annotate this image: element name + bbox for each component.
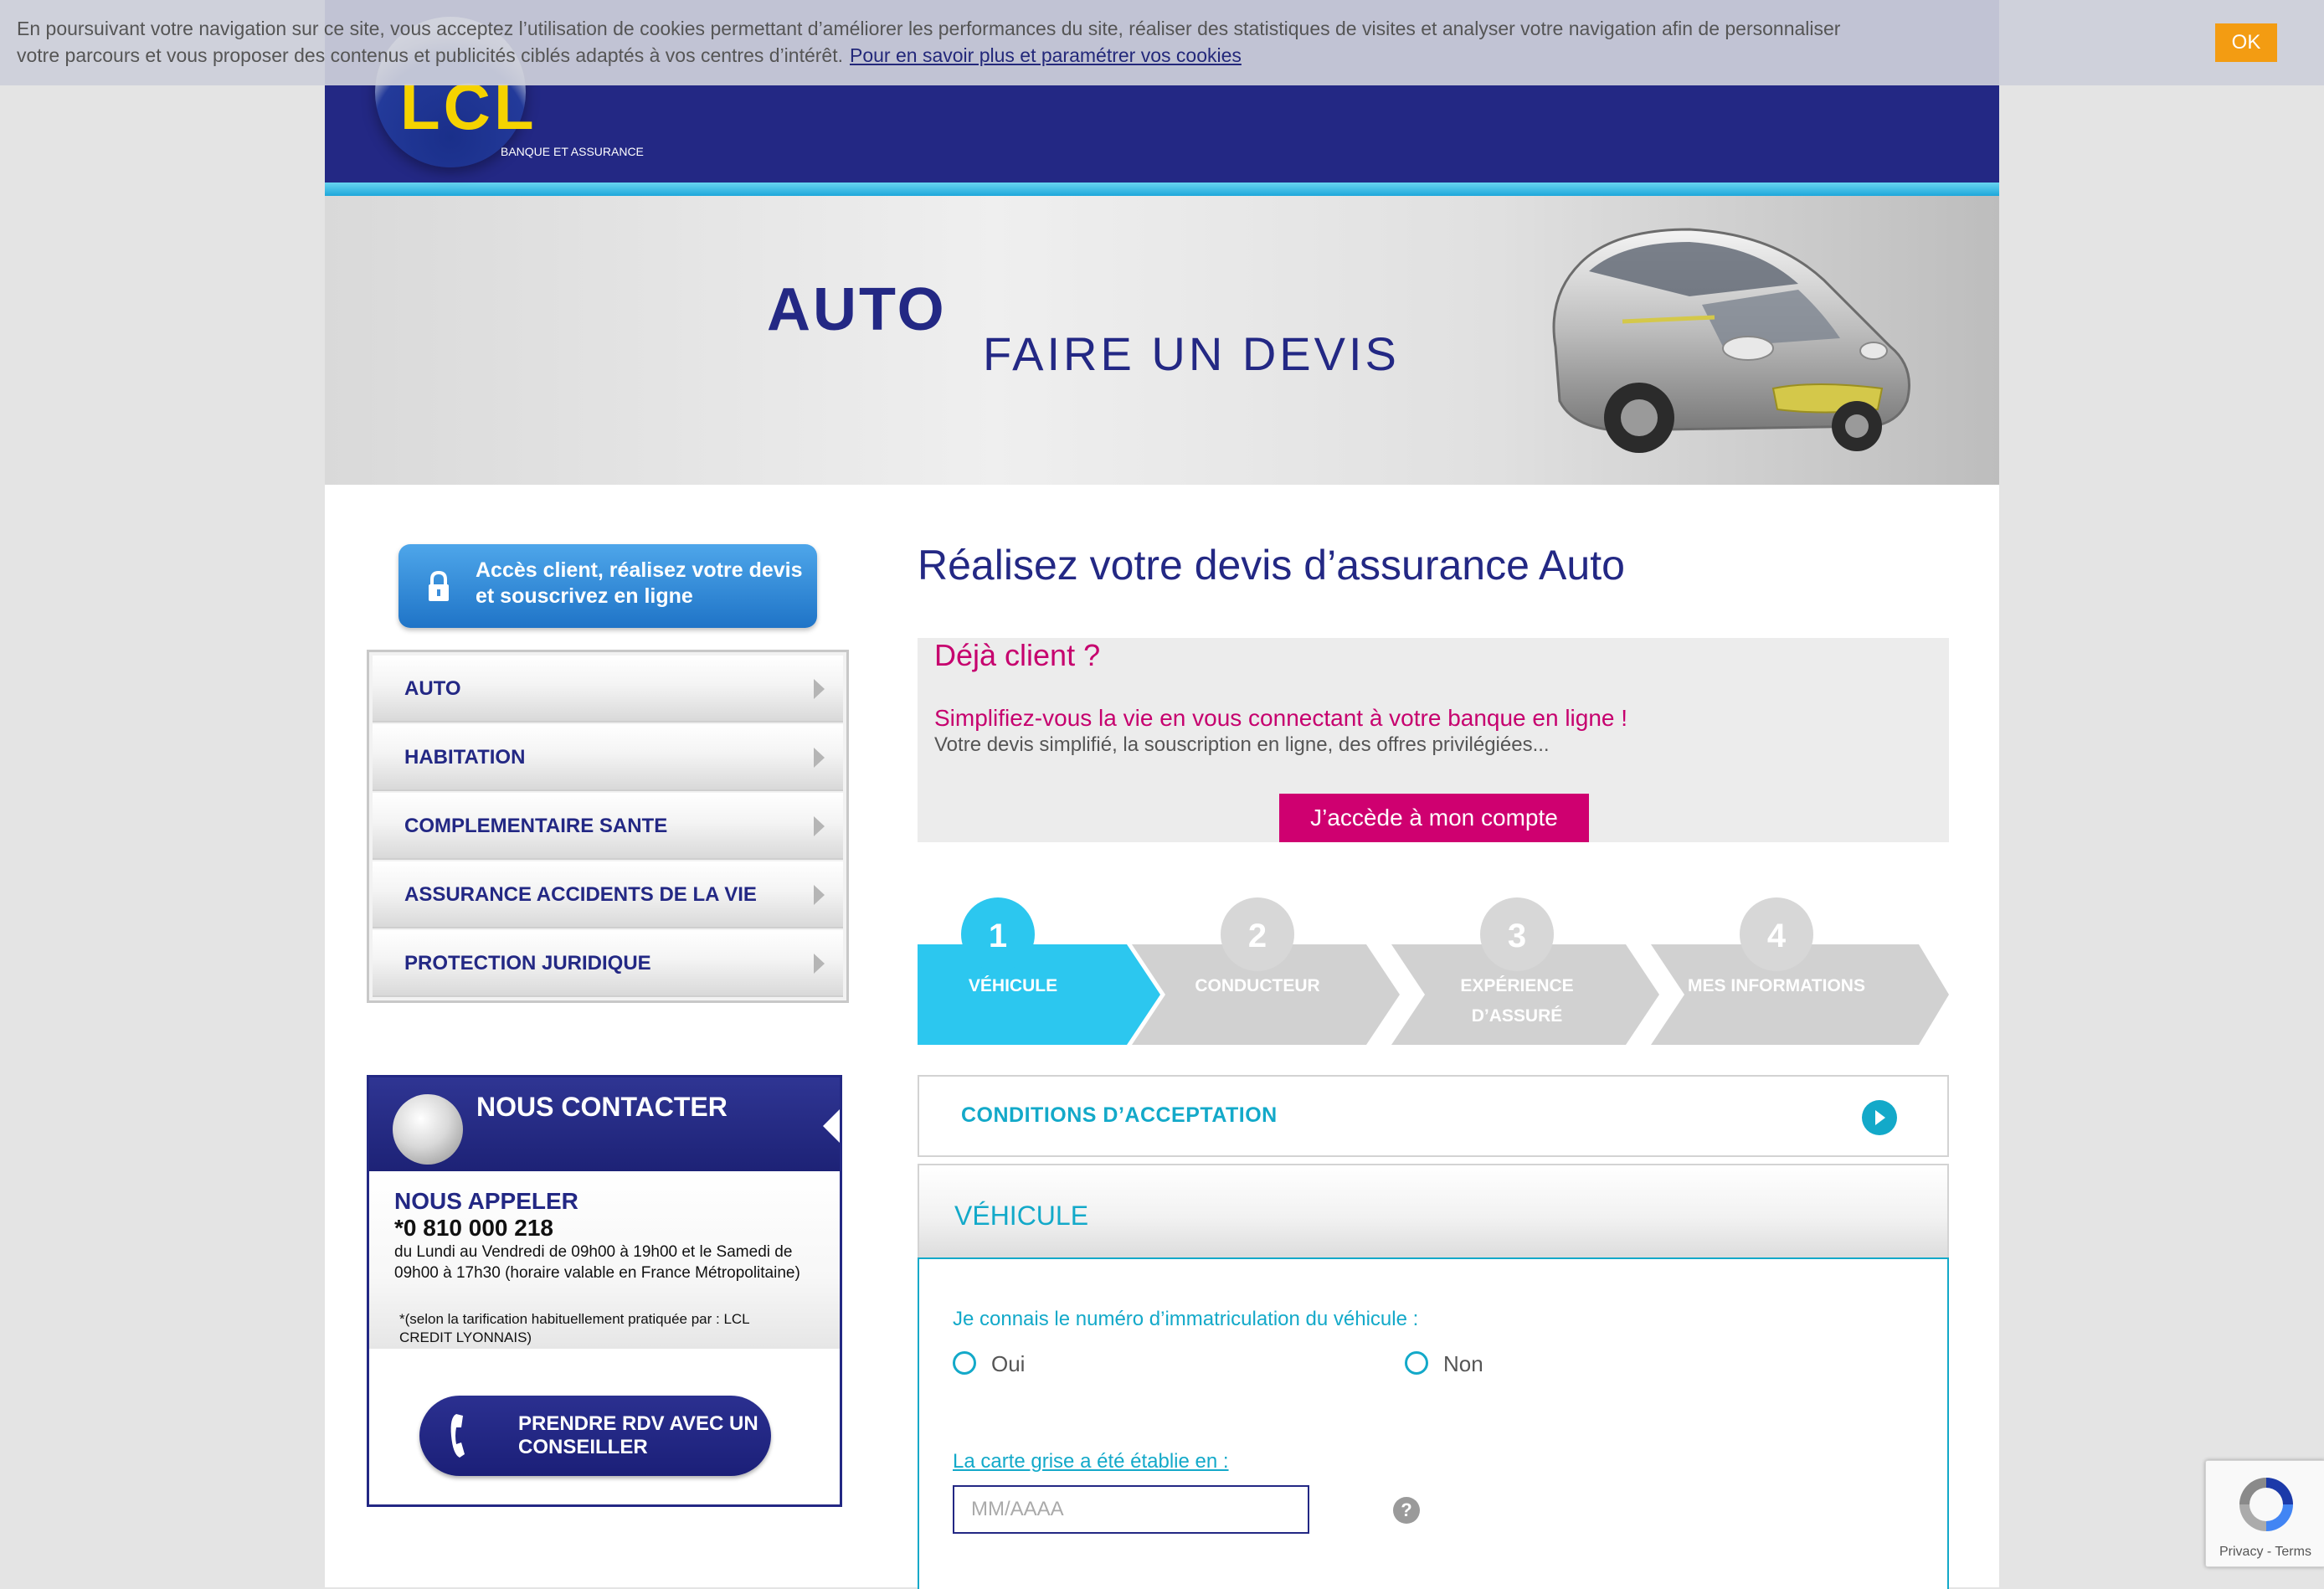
contact-details: NOUS APPELER *0 810 000 218 du Lundi au … (369, 1171, 840, 1349)
page-container: LCL BANQUE ET ASSURANCE AUTO FAIRE UN DE… (325, 0, 1999, 1589)
car-illustration (1552, 228, 1910, 453)
cookie-banner: En poursuivant votre navigation sur ce s… (0, 0, 2324, 85)
step-mes-informations[interactable]: 4 MES INFORMATIONS (1651, 897, 1949, 1045)
chevron-right-icon (814, 885, 825, 905)
recaptcha-icon (2239, 1478, 2293, 1531)
contact-box: NOUS CONTACTER NOUS APPELER *0 810 000 2… (367, 1075, 842, 1507)
sidebar-menu: AUTO HABITATION COMPLEMENTAIRE SANTE ASS… (367, 650, 849, 1003)
cookie-settings-link[interactable]: Pour en savoir plus et paramétrer vos co… (850, 44, 1242, 66)
sidebar-item-auto[interactable]: AUTO (373, 656, 843, 723)
radio-label: Oui (991, 1351, 1026, 1376)
vehicule-section-title: VÉHICULE (954, 1201, 1089, 1231)
acceptance-conditions-label: CONDITIONS D’ACCEPTATION (961, 1103, 1278, 1127)
step-number: 4 (1740, 897, 1813, 971)
radio-label: Non (1443, 1351, 1483, 1376)
phone-handset-icon (393, 1094, 463, 1165)
radio-circle (1405, 1351, 1428, 1375)
call-title: NOUS APPELER (394, 1188, 578, 1214)
chevron-right-icon (814, 748, 825, 768)
step-experience[interactable]: 3 EXPÉRIENCE D’ASSURÉ (1391, 897, 1659, 1045)
logo-tagline: BANQUE ET ASSURANCE (501, 145, 644, 158)
hero-banner: AUTO FAIRE UN DEVIS (325, 196, 1999, 485)
chevron-right-icon (814, 679, 825, 699)
carte-grise-question: La carte grise a été établie en : (953, 1450, 1229, 1473)
radio-circle (953, 1351, 976, 1375)
step-label: MES INFORMATIONS (1688, 976, 1865, 995)
contact-title: NOUS CONTACTER (476, 1092, 728, 1122)
client-access-label: Accès client, réalisez votre devis et so… (476, 558, 803, 608)
existing-client-title: Déjà client ? (934, 638, 1101, 672)
step-number: 2 (1221, 897, 1294, 971)
sidebar-item-complementaire-sante[interactable]: COMPLEMENTAIRE SANTE (373, 793, 843, 860)
sidebar-item-label: ASSURANCE ACCIDENTS DE LA VIE (404, 883, 757, 906)
page-title: Réalisez votre devis d’assurance Auto (918, 542, 1625, 589)
existing-client-description: Votre devis simplifié, la souscription e… (934, 733, 1550, 756)
sidebar-item-label: HABITATION (404, 746, 526, 769)
recaptcha-terms[interactable]: Privacy - Terms (2219, 1545, 2311, 1560)
contact-header: NOUS CONTACTER (369, 1077, 840, 1171)
chevron-right-icon (814, 954, 825, 974)
help-icon[interactable]: ? (1393, 1497, 1420, 1524)
chevron-right-circle-icon (1862, 1100, 1897, 1135)
book-appointment-button[interactable]: PRENDRE RDV AVEC UN CONSEILLER (419, 1396, 771, 1476)
progress-steps: 1 VÉHICULE 2 CONDUCTEUR 3 EXPÉRIENCE D’A… (918, 897, 1949, 1045)
existing-client-panel: Déjà client ? Simplifiez-vous la vie en … (918, 638, 1949, 842)
step-conducteur[interactable]: 2 CONDUCTEUR (1132, 897, 1400, 1045)
step-label: EXPÉRIENCE D’ASSURÉ (1460, 976, 1574, 1026)
step-label: CONDUCTEUR (1195, 976, 1320, 995)
vehicule-section-header: VÉHICULE (918, 1164, 1949, 1259)
lock-icon (429, 570, 449, 601)
sidebar-item-label: PROTECTION JURIDIQUE (404, 952, 651, 974)
sidebar-item-label: AUTO (404, 677, 461, 700)
sidebar-item-label: COMPLEMENTAIRE SANTE (404, 815, 668, 837)
sidebar-item-habitation[interactable]: HABITATION (373, 724, 843, 791)
vehicule-form: Je connais le numéro d’immatriculation d… (918, 1257, 1949, 1589)
opening-hours: du Lundi au Vendredi de 09h00 à 19h00 et… (394, 1243, 800, 1282)
cookie-ok-button[interactable]: OK (2215, 23, 2277, 62)
step-label: VÉHICULE (968, 976, 1058, 995)
contact-notch (823, 1108, 840, 1144)
immatriculation-question: Je connais le numéro d’immatriculation d… (953, 1308, 1419, 1330)
existing-client-subtitle: Simplifiez-vous la vie en vous connectan… (934, 705, 1628, 731)
header-stripe (325, 183, 1999, 196)
phone-number[interactable]: *0 810 000 218 (394, 1215, 553, 1242)
acceptance-conditions-toggle[interactable]: CONDITIONS D’ACCEPTATION (918, 1075, 1949, 1157)
step-number: 1 (961, 897, 1035, 971)
carte-grise-date-input[interactable] (953, 1485, 1309, 1534)
pricing-note: *(selon la tarification habituellement p… (399, 1311, 750, 1345)
access-account-button[interactable]: J’accède à mon compte (1279, 794, 1589, 842)
chevron-right-icon (814, 816, 825, 836)
phone-icon (450, 1414, 465, 1458)
sidebar-item-accidents-vie[interactable]: ASSURANCE ACCIDENTS DE LA VIE (373, 861, 843, 928)
sidebar-item-protection-juridique[interactable]: PROTECTION JURIDIQUE (373, 930, 843, 997)
hero-title: AUTO (767, 276, 947, 343)
book-appointment-label: PRENDRE RDV AVEC UN CONSEILLER (518, 1412, 758, 1458)
recaptcha-badge[interactable]: Privacy - Terms (2205, 1460, 2324, 1567)
client-access-button[interactable]: Accès client, réalisez votre devis et so… (398, 544, 817, 628)
step-number: 3 (1480, 897, 1554, 971)
cookie-text-block: En poursuivant votre navigation sur ce s… (17, 15, 1842, 69)
hero-subtitle: FAIRE UN DEVIS (983, 327, 1400, 380)
